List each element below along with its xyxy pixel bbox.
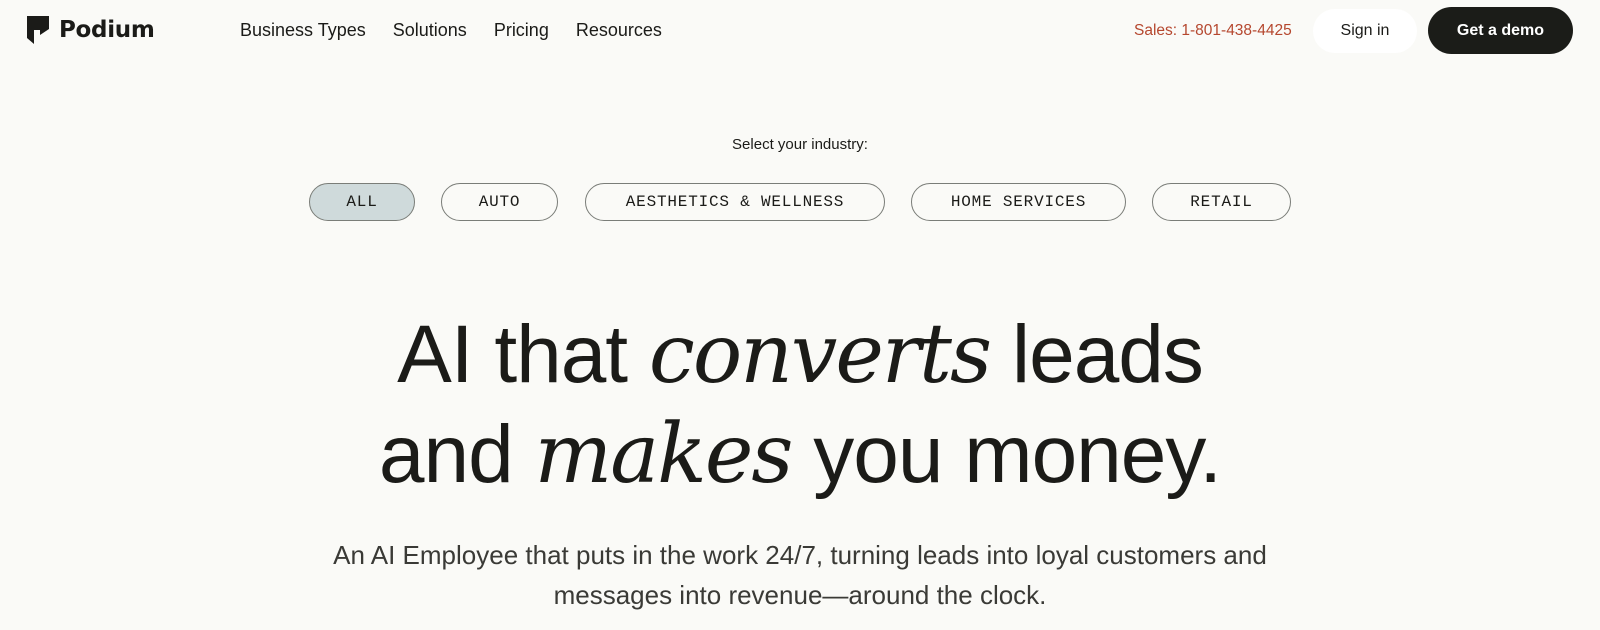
main-nav: Business Types Solutions Pricing Resourc…	[240, 20, 662, 41]
hero-subtext: An AI Employee that puts in the work 24/…	[0, 535, 1600, 615]
nav-resources[interactable]: Resources	[576, 20, 662, 41]
nav-solutions[interactable]: Solutions	[393, 20, 467, 41]
hero-subtext-line-1: An AI Employee that puts in the work 24/…	[333, 540, 1267, 570]
hero-line-1: AI that converts leads	[0, 305, 1600, 405]
page: Podium Business Types Solutions Pricing …	[0, 0, 1600, 630]
hero-emphasis-makes: makes	[534, 407, 794, 502]
logo-text: Podium	[59, 17, 155, 43]
hero-line-2: and makes you money.	[0, 405, 1600, 505]
industry-pill-home-services[interactable]: HOME SERVICES	[911, 183, 1126, 221]
nav-business-types[interactable]: Business Types	[240, 20, 366, 41]
hero-line-1-pre: AI that	[397, 309, 649, 400]
industry-pill-auto[interactable]: AUTO	[441, 183, 558, 221]
hero-headline: AI that converts leads and makes you mon…	[0, 305, 1600, 505]
industry-pill-retail[interactable]: RETAIL	[1152, 183, 1291, 221]
hero-subtext-line-2: messages into revenue—around the clock.	[553, 580, 1047, 610]
sign-in-button[interactable]: Sign in	[1313, 9, 1417, 53]
industry-pill-all[interactable]: ALL	[309, 183, 415, 221]
site-header: Podium Business Types Solutions Pricing …	[0, 0, 1600, 62]
hero-emphasis-converts: converts	[648, 307, 992, 402]
industry-selector-label: Select your industry:	[732, 136, 868, 153]
nav-pricing[interactable]: Pricing	[494, 20, 549, 41]
hero-line-2-pre: and	[378, 409, 535, 500]
sales-phone-link[interactable]: Sales: 1-801-438-4425	[1134, 22, 1292, 40]
podium-logo[interactable]: Podium	[27, 16, 155, 44]
industry-pill-aesthetics-wellness[interactable]: AESTHETICS & WELLNESS	[585, 183, 885, 221]
hero-line-2-post: you money.	[791, 409, 1222, 500]
hero-line-1-post: leads	[990, 309, 1204, 400]
podium-logo-icon	[27, 16, 49, 44]
get-demo-button[interactable]: Get a demo	[1428, 7, 1573, 54]
